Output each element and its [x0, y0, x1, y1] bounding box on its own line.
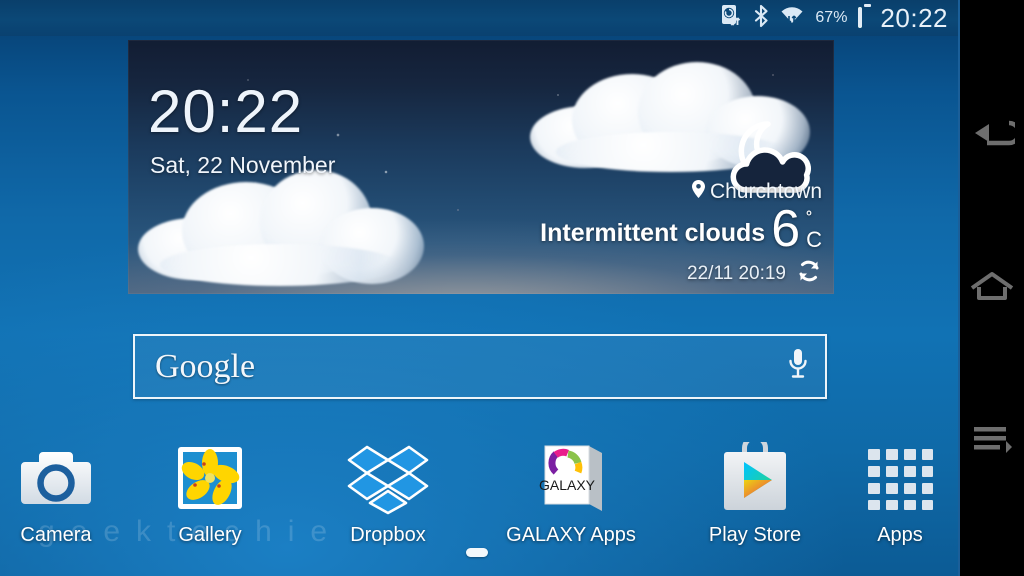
back-icon [969, 117, 1022, 156]
status-bar-icons: 67% 20:22 [721, 3, 948, 34]
recent-apps-button[interactable] [962, 410, 1022, 470]
back-button[interactable] [962, 106, 1022, 166]
weather-update-row: 22/11 20:19 [432, 258, 822, 290]
navigation-bar [958, 0, 1024, 576]
home-page-indicator[interactable] [466, 548, 488, 557]
app-label: Apps [877, 524, 923, 546]
battery-icon [858, 7, 863, 28]
app-shortcut-apps-drawer[interactable]: Apps [832, 440, 968, 547]
app-label: Dropbox [350, 524, 426, 546]
status-bar-clock: 20:22 [880, 2, 948, 33]
app-shortcut-play-store[interactable]: Play Store [687, 440, 823, 547]
widget-date: Sat, 22 November [150, 152, 336, 178]
app-shortcut-dropbox[interactable]: Dropbox [320, 440, 456, 547]
battery-percent-label: 67% [815, 9, 848, 26]
weather-condition-label: Intermittent clouds [540, 218, 766, 247]
wifi-icon [779, 4, 805, 33]
camera-icon [0, 440, 124, 518]
app-shortcut-camera[interactable]: Camera [0, 440, 124, 547]
weather-info: Churchtown Intermittent clouds 6 ˚ C 22/… [432, 180, 822, 290]
refresh-icon[interactable] [796, 258, 822, 290]
cloud-graphic-left [136, 162, 436, 286]
weather-location-label: Churchtown [709, 180, 822, 203]
play-store-icon [687, 440, 823, 518]
galaxy-apps-icon: GALAXY [503, 440, 639, 518]
location-pin-icon [691, 180, 705, 204]
sync-icon [721, 4, 743, 33]
weather-updated-label: 22/11 20:19 [687, 262, 786, 284]
home-button[interactable] [962, 258, 1022, 318]
android-home-screen: 67% 20:22 20:22 Sat, 22 November Churcht… [0, 0, 1024, 576]
weather-temperature: 6 [771, 200, 801, 258]
home-icon [969, 269, 1015, 308]
microphone-icon[interactable] [787, 347, 809, 386]
weather-clock-widget[interactable]: 20:22 Sat, 22 November Churchtown Interm… [128, 40, 834, 294]
status-bar[interactable]: 67% 20:22 [0, 0, 958, 36]
google-logo-text: Google [155, 347, 256, 385]
app-shortcut-row: Camera Gallery Dropbox GALAXY GALAXY App… [0, 440, 958, 560]
bluetooth-icon [753, 4, 769, 33]
app-label: Gallery [178, 524, 242, 546]
gallery-icon [142, 440, 278, 518]
widget-clock: 20:22 [148, 78, 304, 145]
app-shortcut-gallery[interactable]: Gallery [142, 440, 278, 547]
app-label: Play Store [708, 524, 802, 546]
app-shortcut-galaxy-apps[interactable]: GALAXY GALAXY Apps [503, 440, 639, 547]
apps-grid-icon [832, 440, 968, 518]
weather-unit: ˚ C [806, 211, 822, 253]
recent-apps-icon [969, 421, 1015, 460]
app-label: Camera [20, 524, 92, 546]
dropbox-icon [320, 440, 456, 518]
app-label: GALAXY Apps [506, 524, 636, 546]
weather-location-row: Churchtown [432, 180, 822, 204]
weather-condition-row: Intermittent clouds 6 ˚ C [432, 200, 822, 258]
galaxy-badge-text: GALAXY [539, 477, 596, 493]
google-search-bar[interactable]: Google [133, 334, 827, 399]
unit-celsius-label: C [806, 226, 822, 252]
